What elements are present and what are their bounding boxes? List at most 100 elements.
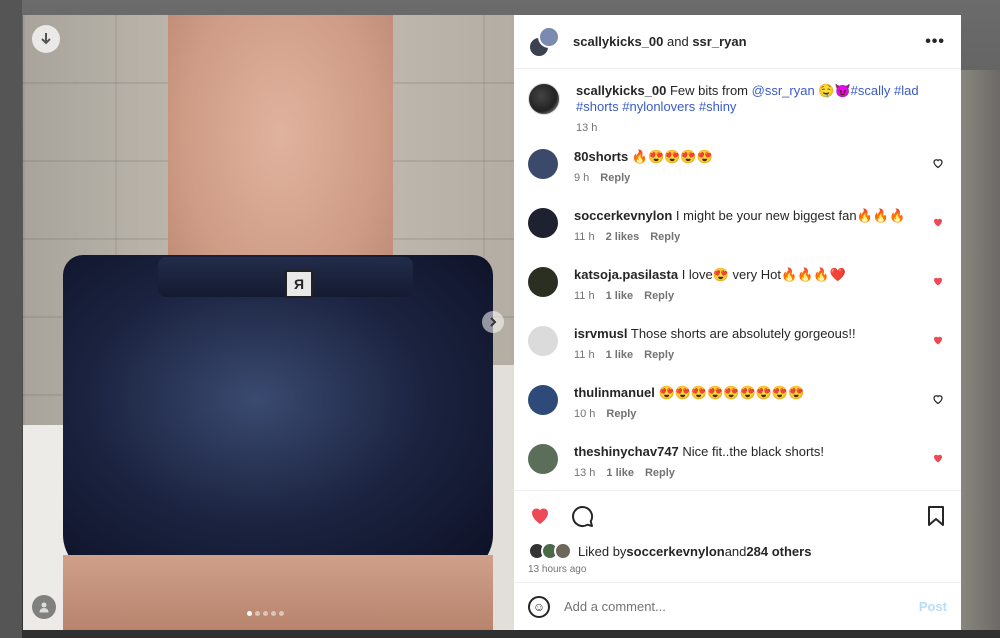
- next-image-button[interactable]: [482, 311, 504, 333]
- comment-body: Those shorts are absolutely gorgeous!!: [630, 326, 856, 341]
- reply-button[interactable]: Reply: [644, 290, 674, 302]
- emoji-icon[interactable]: ☺: [528, 595, 550, 618]
- avatar[interactable]: [528, 83, 560, 115]
- comment-meta: 11 h 1 like Reply: [574, 349, 856, 361]
- avatar[interactable]: [528, 208, 558, 238]
- carousel-dot: [279, 611, 284, 616]
- post-header: scallykicks_00 and ssr_ryan •••: [514, 15, 961, 69]
- coauthor-username[interactable]: ssr_ryan: [692, 34, 746, 49]
- backdrop-right: [960, 70, 1000, 630]
- likes-others[interactable]: 284 others: [746, 544, 811, 559]
- reply-button[interactable]: Reply: [650, 231, 680, 243]
- like-button[interactable]: [528, 503, 554, 529]
- comment-likes[interactable]: 1 like: [606, 349, 634, 361]
- heart-filled-icon[interactable]: [931, 275, 945, 289]
- photo-shorts: [63, 255, 493, 575]
- comment-input[interactable]: [564, 599, 919, 614]
- download-button[interactable]: [32, 25, 60, 53]
- save-button[interactable]: [925, 505, 947, 527]
- comment-bubble-icon: [572, 505, 594, 527]
- post-caption: scallykicks_00 Few bits from @ssr_ryan 🤤…: [528, 83, 945, 134]
- post-modal: Я scallykicks_00 and ssr_ryan ••• scally…: [23, 15, 961, 630]
- comment-meta: 13 h 1 like Reply: [574, 467, 824, 479]
- likes-prefix: Liked by: [578, 543, 627, 559]
- likes-user[interactable]: soccerkevnylon: [626, 544, 724, 559]
- avatar[interactable]: [528, 444, 558, 474]
- comment-text: katsoja.pasilasta I love😍 very Hot🔥🔥🔥❤️: [574, 267, 846, 283]
- photo-legs: [63, 555, 493, 630]
- heart-filled-icon[interactable]: [931, 334, 945, 348]
- comment-time: 9 h: [574, 172, 590, 184]
- comment-body: 😍😍😍😍😍😍😍😍😍: [658, 385, 805, 400]
- comment-likes[interactable]: 1 like: [606, 290, 634, 302]
- caption-meta: 13 h: [576, 122, 945, 134]
- comment-text: 80shorts 🔥😍😍😍😍: [574, 149, 713, 165]
- author-username[interactable]: scallykicks_00: [573, 34, 663, 49]
- avatar[interactable]: [528, 385, 558, 415]
- comment-body: 🔥😍😍😍😍: [631, 149, 713, 164]
- comment-likes[interactable]: 2 likes: [606, 231, 640, 243]
- caption-mention[interactable]: @ssr_ryan: [752, 83, 815, 98]
- arrow-down-icon: [41, 33, 51, 45]
- post-sidebar: scallykicks_00 and ssr_ryan ••• scallyki…: [514, 15, 961, 630]
- carousel-dot: [255, 611, 260, 616]
- reply-button[interactable]: Reply: [645, 467, 675, 479]
- reply-button[interactable]: Reply: [600, 172, 630, 184]
- comment-username[interactable]: theshinychav747: [574, 444, 679, 459]
- comment-username[interactable]: katsoja.pasilasta: [574, 267, 678, 282]
- comment-text: soccerkevnylon I might be your new bigge…: [574, 208, 905, 224]
- comment-button[interactable]: [570, 504, 594, 528]
- comment-text: isrvmusl Those shorts are absolutely gor…: [574, 326, 856, 342]
- comment-item: thulinmanuel 😍😍😍😍😍😍😍😍😍 10 h Reply: [528, 385, 945, 431]
- post-media: Я: [23, 15, 514, 630]
- comment-username[interactable]: soccerkevnylon: [574, 208, 672, 223]
- avatar[interactable]: [528, 149, 558, 179]
- more-options-icon[interactable]: •••: [925, 33, 945, 51]
- header-avatars[interactable]: [528, 25, 560, 58]
- heart-filled-icon[interactable]: [931, 216, 945, 230]
- reply-button[interactable]: Reply: [644, 349, 674, 361]
- heart-filled-icon[interactable]: [931, 452, 945, 466]
- comments-list[interactable]: scallykicks_00 Few bits from @ssr_ryan 🤤…: [514, 69, 961, 490]
- carousel-dot: [271, 611, 276, 616]
- comment-likes[interactable]: 1 like: [606, 467, 634, 479]
- heart-outline-icon[interactable]: [931, 393, 945, 407]
- comment-meta: 11 h 1 like Reply: [574, 290, 846, 302]
- heart-filled-icon: [532, 508, 548, 524]
- comment-time: 10 h: [574, 408, 596, 420]
- comment-text: theshinychav747 Nice fit..the black shor…: [574, 444, 824, 460]
- comment-meta: 11 h 2 likes Reply: [574, 231, 905, 243]
- post-button[interactable]: Post: [919, 599, 947, 614]
- comment-time: 11 h: [574, 290, 595, 302]
- liker-avatars: [528, 542, 574, 560]
- chevron-right-icon: [490, 317, 497, 327]
- reply-button[interactable]: Reply: [606, 408, 636, 420]
- comment-username[interactable]: 80shorts: [574, 149, 628, 164]
- caption-body: Few bits from: [666, 83, 752, 98]
- user-tags-button[interactable]: [32, 595, 56, 619]
- comment-item: isrvmusl Those shorts are absolutely gor…: [528, 326, 945, 372]
- comment-meta: 9 h Reply: [574, 172, 713, 184]
- likes-summary[interactable]: Liked by soccerkevnylon and 284 others: [514, 540, 961, 562]
- comment-username[interactable]: thulinmanuel: [574, 385, 655, 400]
- comment-item: katsoja.pasilasta I love😍 very Hot🔥🔥🔥❤️ …: [528, 267, 945, 313]
- carousel-dots: [247, 611, 284, 616]
- avatar[interactable]: [528, 267, 558, 297]
- caption-time: 13 h: [576, 122, 598, 134]
- comment-time: 13 h: [574, 467, 596, 479]
- avatar[interactable]: [538, 25, 560, 48]
- comment-username[interactable]: isrvmusl: [574, 326, 627, 341]
- likes-and: and: [724, 543, 747, 559]
- carousel-dot: [263, 611, 268, 616]
- comment-body: Nice fit..the black shorts!: [682, 444, 825, 459]
- caption-text: scallykicks_00 Few bits from @ssr_ryan 🤤…: [576, 83, 945, 115]
- caption-username[interactable]: scallykicks_00: [576, 83, 666, 98]
- comment-body: I might be your new biggest fan🔥🔥🔥: [675, 208, 906, 223]
- backdrop-left: [0, 0, 22, 638]
- heart-outline-icon[interactable]: [931, 157, 945, 171]
- avatar[interactable]: [528, 326, 558, 356]
- comment-item: theshinychav747 Nice fit..the black shor…: [528, 444, 945, 490]
- action-bar: [514, 490, 961, 540]
- caption-emojis: 🤤😈: [814, 83, 851, 98]
- comment-time: 11 h: [574, 349, 595, 361]
